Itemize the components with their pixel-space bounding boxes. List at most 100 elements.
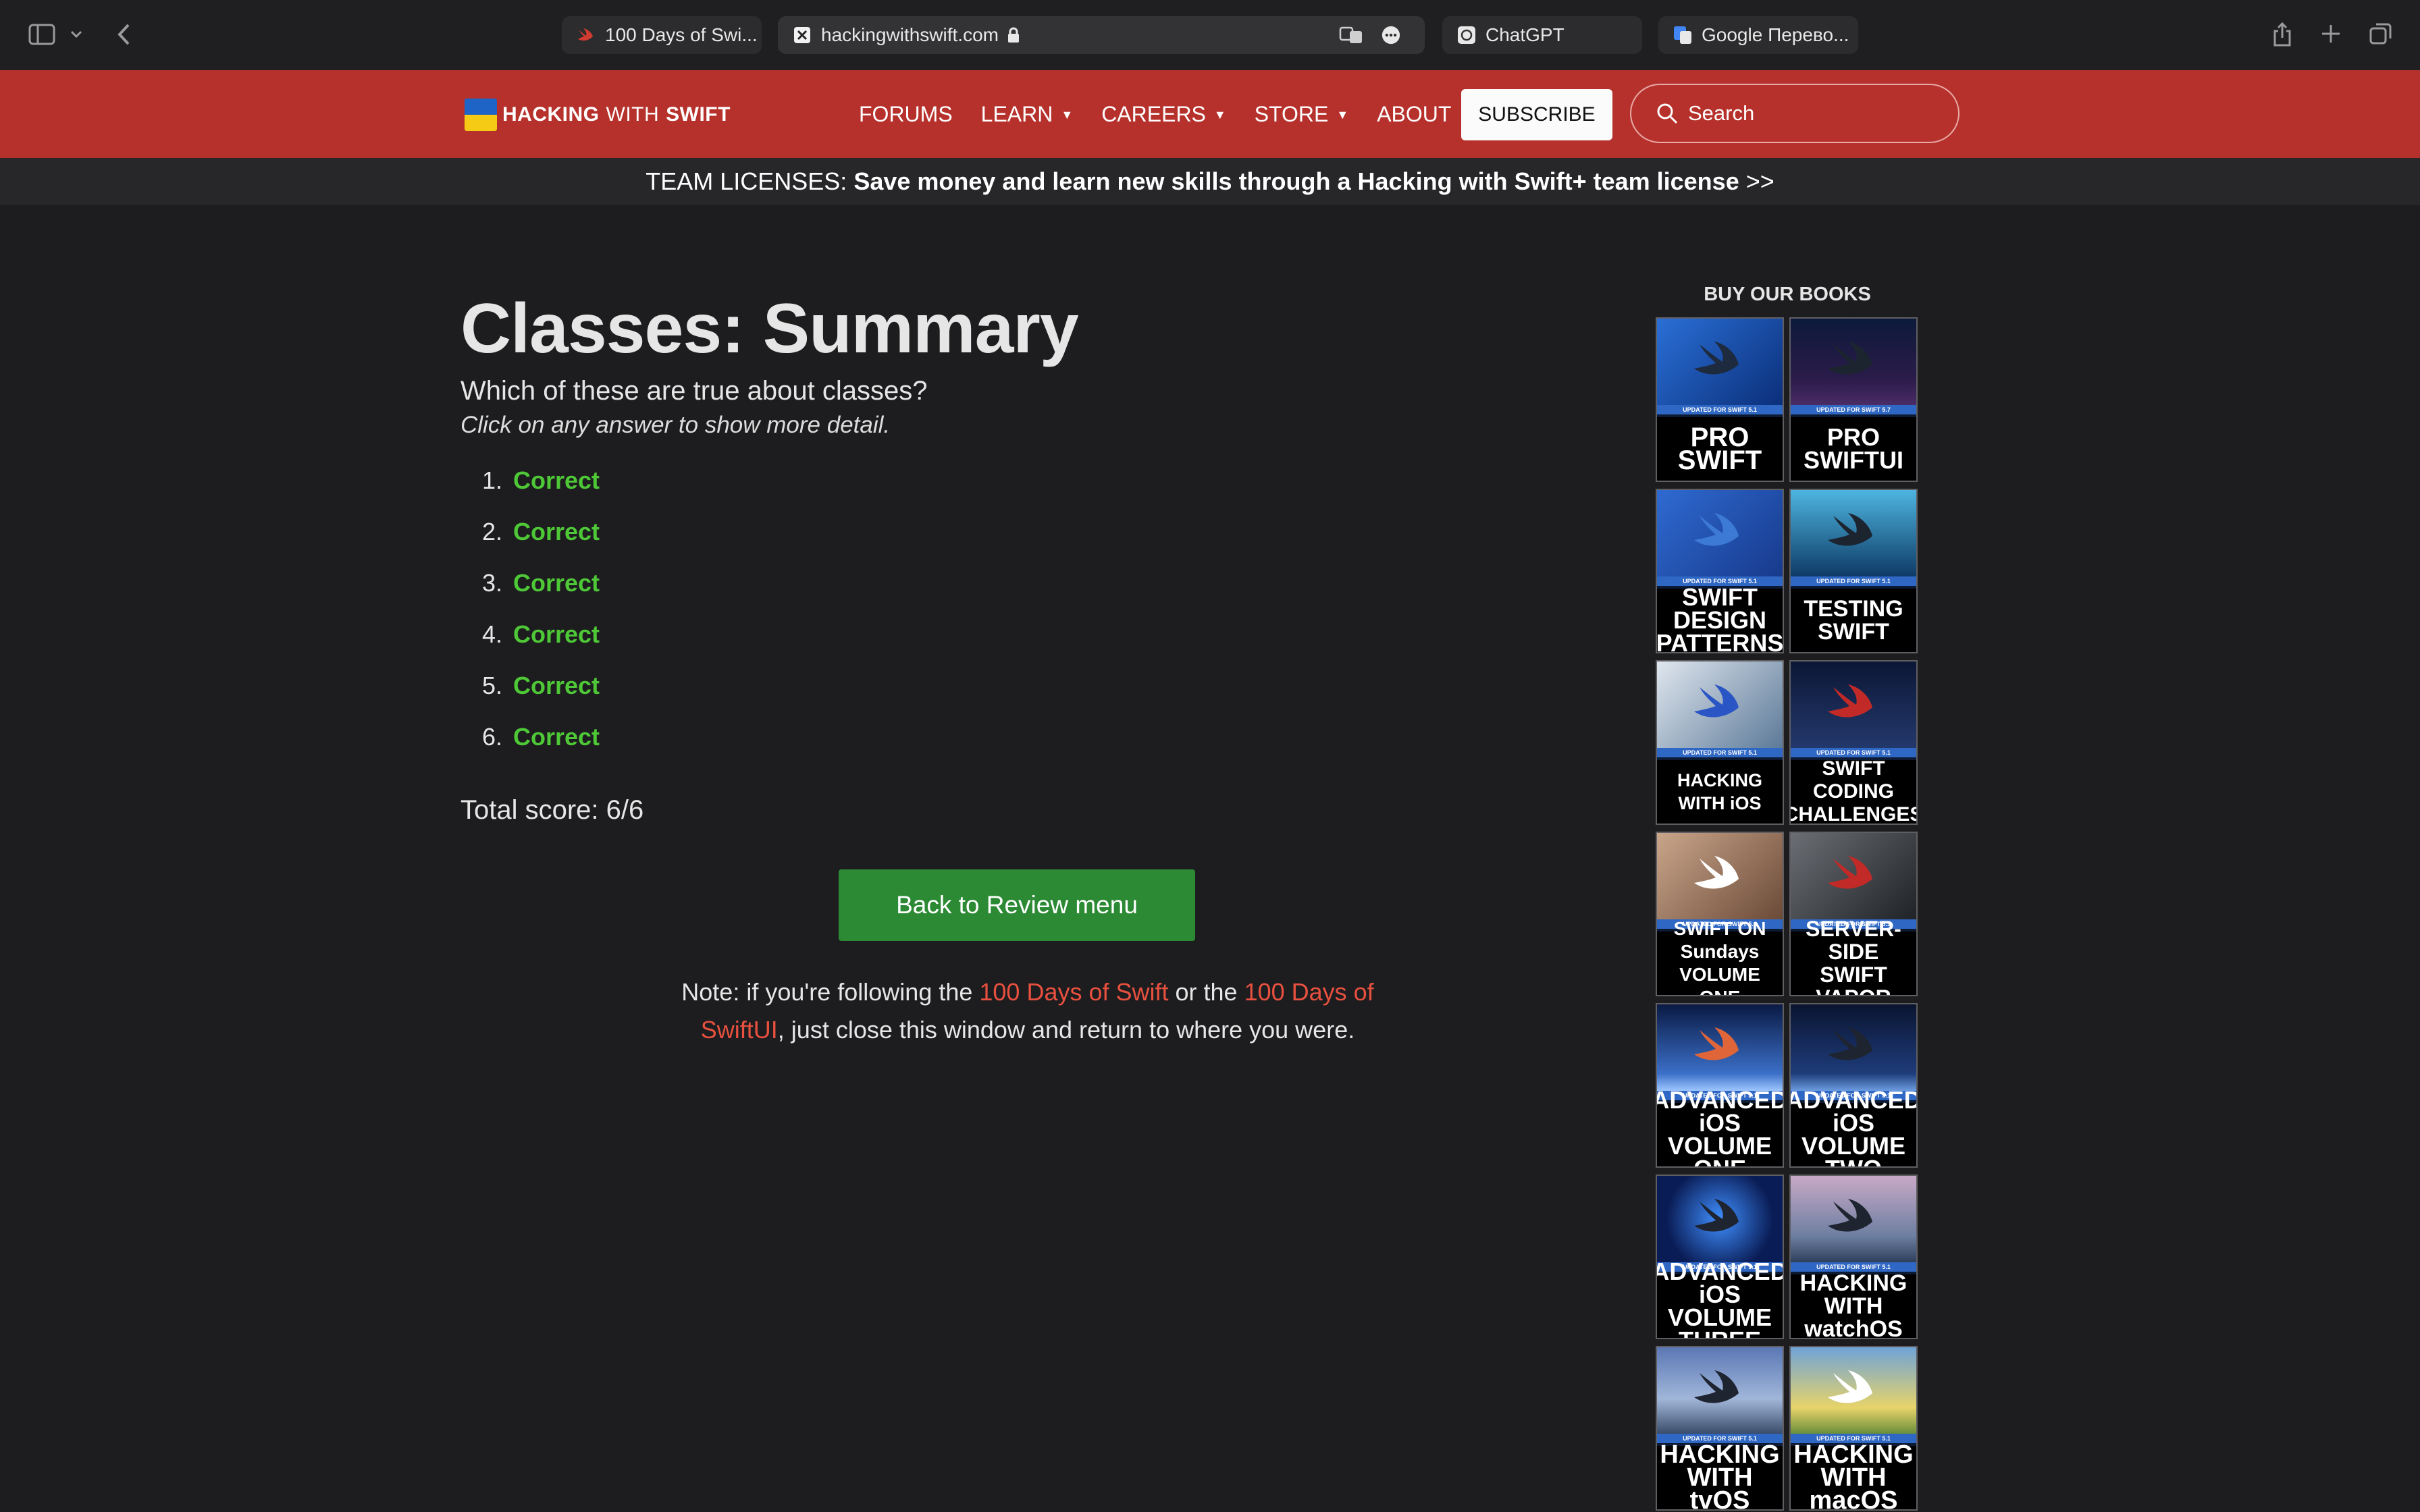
book-cover[interactable]: UPDATED FOR SWIFT 5.1 PRO SWIFT [1656,317,1784,482]
book-cover[interactable]: UPDATED FOR SWIFT 5.1 HACKING WITH watchO… [1789,1174,1918,1339]
list-item[interactable]: 2. Correct [461,506,1392,558]
book-update-strip: UPDATED FOR SWIFT 5.1 [1791,748,1916,757]
swift-bird-icon [1694,513,1739,546]
list-item[interactable]: 5. Correct [461,660,1392,711]
caret-down-icon: ▼ [1336,107,1349,122]
book-art [1657,1176,1783,1262]
site-logo[interactable]: HACKING WITH SWIFT [465,99,731,131]
books-heading: BUY OUR BOOKS [1704,284,1871,305]
swift-bird-icon [1828,856,1872,889]
book-cover[interactable]: UPDATED FOR SWIFT 5.1SWIFT ON Sundays VO… [1656,832,1784,996]
note-part: , just close this window and return to w… [777,1016,1355,1044]
banner-arrows: >> [1745,167,1774,195]
book-art [1791,490,1916,576]
link-100-days-swift[interactable]: 100 Days of Swift [979,978,1168,1006]
book-title: ADVANCED iOS VOLUME ONE [1657,1088,1783,1166]
site-favicon [793,26,812,45]
book-title: PRO SWIFTUI [1791,417,1916,481]
book-cover[interactable]: UPDATED FOR SWIFT 5.1 HACKING WITH tvOS [1656,1346,1784,1511]
book-cover[interactable]: UPDATED FOR SWIFT 5.1 TESTING SWIFT [1789,489,1918,653]
swift-bird-icon [1828,513,1872,546]
swift-bird-icon [1694,684,1739,718]
answer-result[interactable]: Correct [513,672,600,700]
nav-about[interactable]: ABOUT▼ [1377,102,1471,127]
more-icon[interactable] [1382,26,1400,45]
book-art [1657,662,1783,748]
swift-bird-icon [1828,342,1872,375]
answer-result[interactable]: Correct [513,569,600,597]
book-title: SWIFT ON Sundays VOLUME ONE [1657,918,1783,995]
book-cover[interactable]: UPDATED FOR SWIFT 5.1SERVER-SIDE SWIFT V… [1789,832,1918,996]
book-art [1791,1347,1916,1434]
nav-label: CAREERS [1101,101,1206,126]
nav-learn[interactable]: LEARN ▼ [981,102,1074,127]
new-tab-icon[interactable] [2317,20,2344,47]
swift-bird-icon [1694,1370,1739,1403]
book-art [1791,1004,1916,1091]
back-icon[interactable] [108,19,139,50]
site-navbar: HACKING WITH SWIFT FORUMS LEARN ▼ CAREERS… [0,70,2420,158]
page-title: Classes: Summary [461,290,1079,368]
book-cover[interactable]: UPDATED FOR SWIFT 5.1ADVANCED iOS VOLUME… [1656,1174,1784,1339]
nav-store[interactable]: STORE ▼ [1255,102,1348,127]
caret-down-icon: ▼ [1213,107,1226,122]
answer-result[interactable]: Correct [513,620,600,649]
chevron-down-icon[interactable] [65,24,88,45]
book-update-strip: UPDATED FOR SWIFT 5.7 [1791,405,1916,414]
book-update-strip: UPDATED FOR SWIFT 5.1 [1657,748,1783,757]
book-cover[interactable]: UPDATED FOR SWIFT 5.7 PRO SWIFTUI [1789,317,1918,482]
quiz-summary: Classes: Summary Which of these are true… [461,284,1392,1044]
back-to-review-button[interactable]: Back to Review menu [839,869,1195,941]
nav-label: ABOUT [1377,101,1452,126]
book-title: PRO SWIFT [1657,417,1783,481]
book-title: SERVER-SIDE SWIFT VAPOR [1791,917,1916,995]
tab-100-days[interactable]: 100 Days of Swi... [562,16,762,54]
team-license-banner[interactable]: TEAM LICENSES: Save money and learn new … [0,158,2420,205]
chatgpt-icon [1457,26,1476,45]
book-art [1657,1347,1783,1434]
book-art [1657,319,1783,405]
book-cover[interactable]: UPDATED FOR SWIFT 5.1 SWIFT CODING CHALLE… [1789,660,1918,825]
nav-careers[interactable]: CAREERS ▼ [1101,102,1226,127]
answer-result[interactable]: Correct [513,518,600,546]
tab-address-bar[interactable]: hackingwithswift.com [778,16,1425,54]
book-title: ADVANCED iOS VOLUME TWO [1791,1088,1916,1166]
list-item[interactable]: 1. Correct [461,455,1392,506]
book-cover[interactable]: UPDATED FOR SWIFT 5.1 HACKING WITH macOS [1789,1346,1918,1511]
answer-result[interactable]: Correct [513,723,600,751]
book-art [1791,662,1916,748]
url-text: hackingwithswift.com [821,24,999,45]
brand-part1: HACKING [502,103,600,126]
sidebar-toggle-icon[interactable] [24,19,59,50]
answer-result[interactable]: Correct [513,466,600,495]
book-cover[interactable]: UPDATED FOR SWIFT 5.1 HACKING WITH iOS [1656,660,1784,825]
swift-bird-icon [1694,1199,1739,1232]
answer-number: 3. [481,569,502,597]
tab-overview-icon[interactable] [2367,20,2394,47]
tab-chatgpt[interactable]: ChatGPT [1442,16,1642,54]
search-input[interactable]: Search [1630,84,1959,143]
swift-bird-icon [1694,856,1739,889]
list-item[interactable]: 3. Correct [461,558,1392,609]
nav-forums[interactable]: FORUMS [859,102,953,127]
share-icon[interactable] [2269,18,2296,51]
book-title: ADVANCED iOS VOLUME THREE [1657,1260,1783,1338]
note-text: Note: if you're following the 100 Days o… [663,973,1392,1049]
list-item[interactable]: 6. Correct [461,711,1392,763]
book-cover[interactable]: UPDATED FOR SWIFT 5.1 SWIFT DESIGN PATTER… [1656,489,1784,653]
swift-bird-icon [1694,1027,1739,1060]
tab-google-translate[interactable]: Google Перево... [1658,16,1858,54]
list-item[interactable]: 4. Correct [461,609,1392,660]
book-cover[interactable]: UPDATED FOR SWIFT 5.1ADVANCED iOS VOLUME… [1789,1003,1918,1168]
swift-bird-icon [1828,1199,1872,1232]
translate-icon[interactable] [1338,26,1365,45]
note-part: or the [1168,978,1244,1006]
book-cover[interactable]: UPDATED FOR SWIFT 5.1ADVANCED iOS VOLUME… [1656,1003,1784,1168]
tab-label: ChatGPT [1485,24,1564,45]
book-art [1657,1004,1783,1091]
answer-number: 6. [481,723,502,751]
subscribe-button[interactable]: SUBSCRIBE [1461,89,1612,140]
hint-text: Click on any answer to show more detail. [461,412,891,438]
book-title: TESTING SWIFT [1791,589,1916,652]
book-art [1791,833,1916,919]
